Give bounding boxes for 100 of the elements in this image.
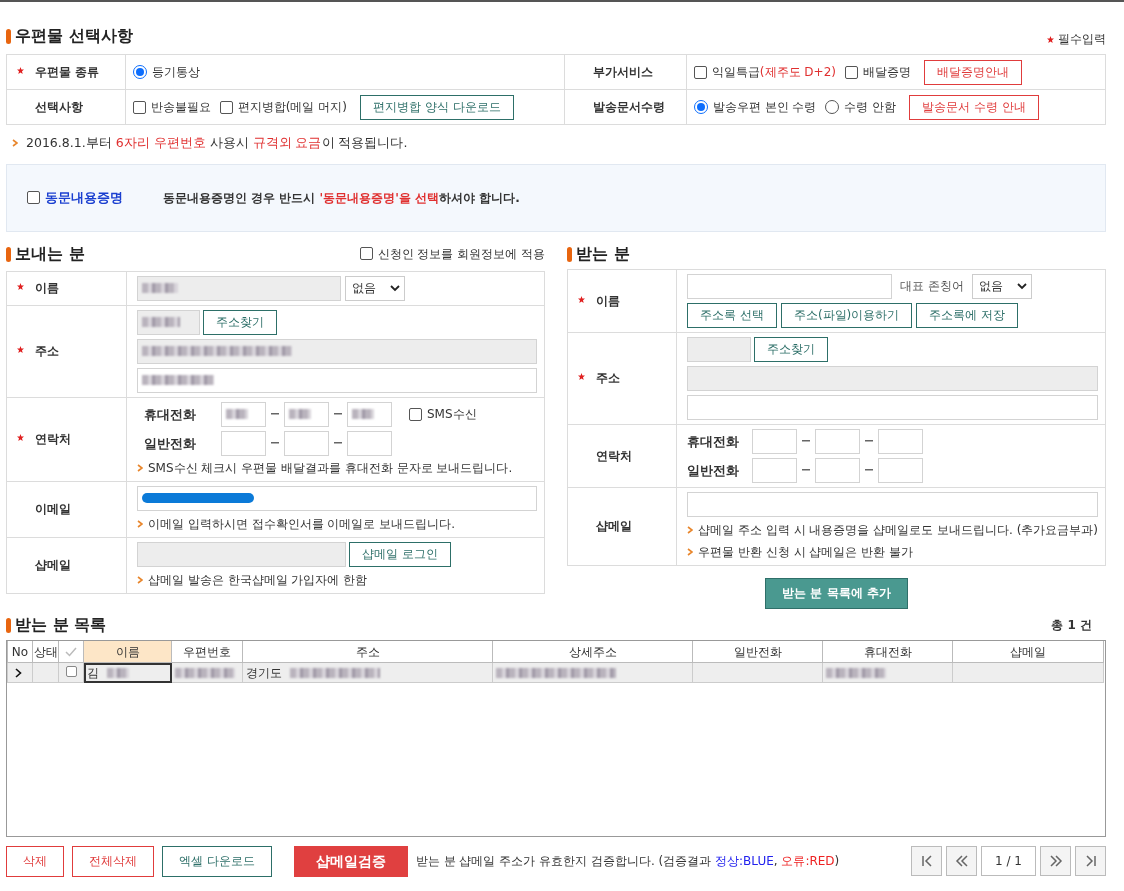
input-field[interactable] bbox=[137, 338, 537, 364]
field-label: 이메일 bbox=[34, 501, 71, 519]
checkbox[interactable] bbox=[65, 665, 77, 677]
next-page-button[interactable] bbox=[1040, 846, 1071, 877]
last-page-button[interactable] bbox=[1075, 846, 1106, 877]
section-title: 우편물 선택사항 bbox=[6, 24, 133, 48]
column-header[interactable]: No bbox=[7, 640, 33, 663]
input-field[interactable] bbox=[137, 309, 200, 335]
input-field[interactable] bbox=[878, 457, 924, 483]
field-label: 샵메일 bbox=[595, 518, 632, 536]
login-button[interactable]: 샵메일 로그인 bbox=[349, 541, 451, 567]
button[interactable]: 배달증명안내 bbox=[923, 59, 1022, 85]
button[interactable]: 발송문서 수령 안내 bbox=[909, 94, 1039, 120]
input-field[interactable] bbox=[815, 457, 861, 483]
radio-button[interactable] bbox=[825, 100, 840, 114]
input-field[interactable] bbox=[137, 541, 346, 567]
field-label: 샵메일 bbox=[34, 557, 71, 575]
dash-icon bbox=[802, 469, 811, 472]
select-dropdown[interactable]: 없음 bbox=[345, 275, 405, 301]
button[interactable]: 삭제 bbox=[6, 845, 64, 877]
input-field[interactable] bbox=[221, 430, 266, 456]
checkbox[interactable] bbox=[27, 191, 40, 205]
dash-icon bbox=[271, 442, 279, 445]
checkbox[interactable] bbox=[693, 65, 707, 79]
field-label: 대표 존칭어 bbox=[900, 278, 964, 296]
address-search-button[interactable]: 주소찾기 bbox=[754, 336, 829, 362]
field-label: 부가서비스 bbox=[592, 64, 654, 81]
required-icon bbox=[17, 283, 24, 291]
input-field[interactable] bbox=[284, 430, 329, 456]
required-icon bbox=[17, 67, 24, 74]
input-field[interactable] bbox=[687, 273, 893, 299]
button[interactable]: 전체삭제 bbox=[72, 845, 154, 877]
checkbox[interactable] bbox=[359, 247, 373, 261]
dash-icon bbox=[865, 469, 874, 472]
previous-page-button[interactable] bbox=[946, 846, 978, 877]
button[interactable]: 주소(파일)이용하기 bbox=[780, 302, 913, 328]
page-indicator: 1 / 1 bbox=[981, 846, 1036, 877]
button[interactable]: 엑셀 다운로드 bbox=[162, 845, 272, 877]
input-field[interactable] bbox=[347, 401, 392, 427]
field-label: 이름 bbox=[578, 291, 620, 310]
input-field[interactable] bbox=[687, 336, 752, 362]
column-header[interactable]: 샵메일 bbox=[952, 640, 1104, 663]
column-header[interactable]: 상세주소 bbox=[492, 640, 693, 663]
input-field[interactable] bbox=[687, 365, 1098, 391]
checkbox[interactable] bbox=[409, 407, 422, 421]
option-label: 신청인 정보를 회원정보에 적용 bbox=[377, 245, 545, 263]
check-icon bbox=[65, 647, 77, 657]
column-header[interactable]: 이름 bbox=[83, 640, 172, 663]
first-page-button[interactable] bbox=[911, 846, 943, 877]
input-field[interactable] bbox=[221, 401, 266, 427]
input-field[interactable] bbox=[137, 275, 341, 301]
button[interactable]: 주소록에 저장 bbox=[916, 302, 1019, 328]
next-page-icon bbox=[1048, 855, 1063, 868]
column-header[interactable]: 일반전화 bbox=[692, 640, 823, 663]
column-header[interactable]: 상태 bbox=[32, 640, 59, 663]
checkbox[interactable] bbox=[132, 100, 146, 114]
input-field[interactable] bbox=[137, 367, 537, 393]
column-header[interactable]: 휴대전화 bbox=[822, 640, 953, 663]
option-label: 등기통상 bbox=[151, 64, 200, 81]
option-label: 수령 안함 bbox=[844, 99, 897, 116]
required-icon bbox=[578, 295, 585, 303]
hint-text: 샵메일 발송은 한국샵메일 가입자에 한함 bbox=[148, 571, 368, 589]
input-field[interactable] bbox=[137, 485, 537, 511]
input-field[interactable] bbox=[347, 430, 392, 456]
checkbox[interactable] bbox=[844, 65, 858, 79]
input-field[interactable] bbox=[815, 428, 861, 454]
hint-text: 이메일 입력하시면 접수확인서를 이메일로 보내드립니다. bbox=[148, 515, 456, 533]
checkbox[interactable] bbox=[219, 100, 233, 114]
bullet-icon bbox=[137, 575, 143, 584]
hint-text: 샵메일 주소 입력 시 내용증명을 샵메일로도 보내드립니다. (추가요금부과) bbox=[698, 521, 1098, 539]
field-label: 주소 bbox=[578, 369, 620, 388]
radio-button[interactable] bbox=[132, 65, 147, 79]
address-search-button[interactable]: 주소찾기 bbox=[203, 309, 277, 335]
verify-button[interactable]: 샵메일검증 bbox=[293, 845, 408, 877]
verify-note: 받는 분 샵메일 주소가 유효한지 검증합니다. (검증결과 정상:BLUE, 오류:RED) bbox=[415, 853, 840, 871]
dash-icon bbox=[271, 413, 279, 416]
radio-button[interactable] bbox=[693, 100, 708, 114]
phone-label: 휴대전화 bbox=[144, 405, 197, 424]
input-field[interactable] bbox=[687, 491, 1098, 517]
input-field[interactable] bbox=[878, 428, 924, 454]
option-label: 편지병합(메일 머지) bbox=[237, 99, 347, 116]
dash-icon bbox=[802, 440, 811, 443]
bullet-icon bbox=[137, 519, 143, 528]
select-dropdown[interactable]: 없음 bbox=[971, 273, 1032, 299]
input-field[interactable] bbox=[687, 394, 1098, 420]
section-title: 받는 분 목록 bbox=[6, 612, 107, 637]
instruction-text: 동문내용증명인 경우 반드시 '동문내용증명'을 선택하셔야 합니다. bbox=[163, 189, 520, 207]
add-recipient-button[interactable]: 받는 분 목록에 추가 bbox=[765, 577, 908, 609]
chevron-down-icon bbox=[390, 284, 400, 292]
button[interactable]: 주소록 선택 bbox=[687, 302, 777, 328]
column-header[interactable]: 주소 bbox=[242, 640, 493, 663]
input-field[interactable] bbox=[752, 457, 798, 483]
chevron-down-icon bbox=[1016, 282, 1027, 290]
dash-icon bbox=[334, 413, 342, 416]
bullet-icon bbox=[687, 547, 694, 556]
input-field[interactable] bbox=[752, 428, 798, 454]
column-header[interactable]: 우편번호 bbox=[171, 640, 243, 663]
column-header[interactable] bbox=[58, 640, 84, 663]
button[interactable]: 편지병합 양식 다운로드 bbox=[359, 94, 514, 120]
input-field[interactable] bbox=[284, 401, 329, 427]
